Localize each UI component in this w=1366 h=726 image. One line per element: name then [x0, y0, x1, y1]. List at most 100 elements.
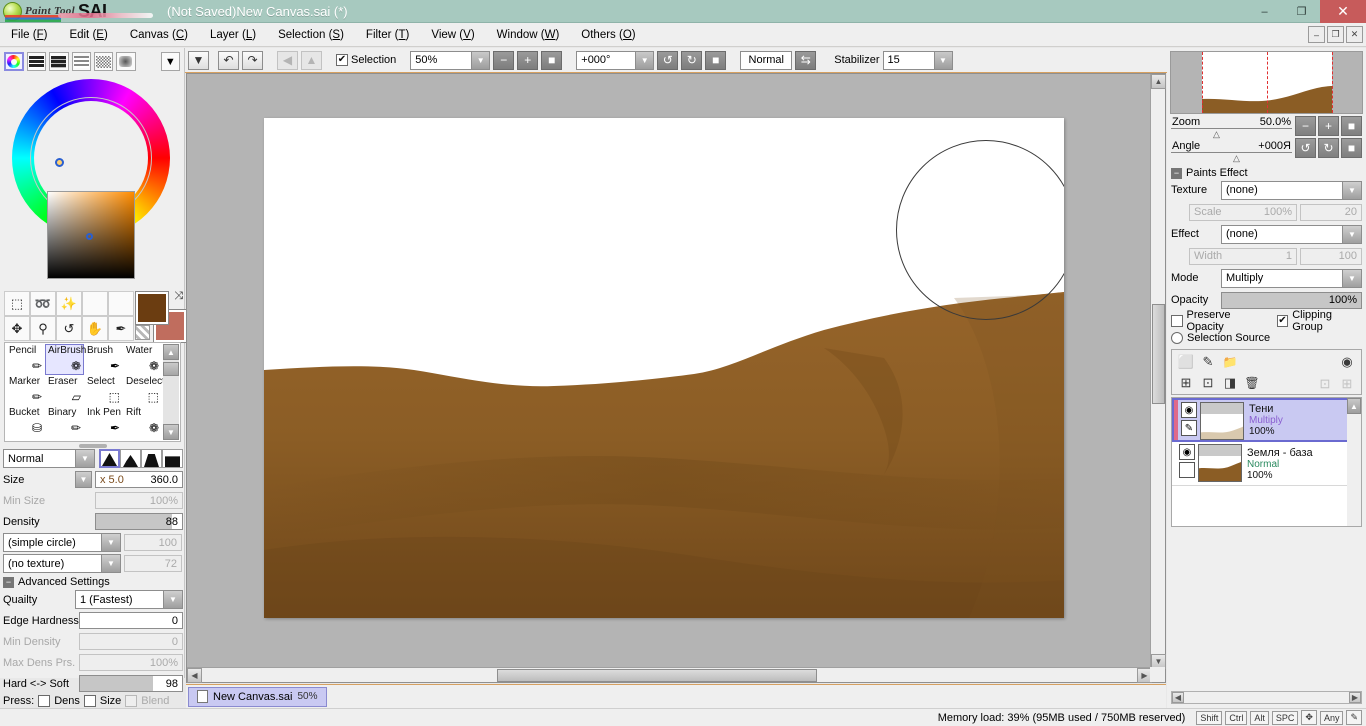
canvas-scroll-up-button[interactable]: ▲	[1151, 74, 1166, 89]
rp-scroll-left-button[interactable]: ◀	[1172, 692, 1184, 703]
layer-row-teni[interactable]: ◉ ✎ Тени Multiply 100%	[1172, 398, 1361, 442]
brush-texture-value-box[interactable]: 72	[124, 555, 182, 572]
edge-shape-round-icon[interactable]	[141, 449, 162, 468]
brush-texture-value[interactable]: (no texture)	[3, 554, 102, 573]
canvas-hscroll-thumb[interactable]	[497, 669, 817, 682]
brush-shape-dropdown-icon[interactable]: ▼	[102, 533, 121, 552]
close-button[interactable]: ✕	[1320, 0, 1366, 23]
brush-texture-dropdown-icon[interactable]: ▼	[102, 554, 121, 573]
max-dens-prs-slider[interactable]: 100%	[79, 654, 183, 671]
press-dens-checkbox[interactable]	[38, 695, 51, 707]
layers-scroll-up-button[interactable]: ▲	[1347, 398, 1361, 414]
nav-zoom-out-button[interactable]: −	[1295, 116, 1316, 136]
edge-hardness-slider[interactable]: 0	[79, 612, 183, 629]
layers-scrollbar[interactable]: ▲	[1347, 398, 1361, 526]
canvas-vscroll-thumb[interactable]	[1152, 304, 1165, 404]
swap-colors-icon[interactable]: ⤨	[174, 290, 183, 303]
rect-select-tool-icon[interactable]: ⬚	[4, 291, 30, 316]
advanced-settings-header[interactable]: − Advanced Settings	[3, 576, 183, 588]
brush-marker[interactable]: Marker ✏	[6, 375, 45, 406]
sv-marker[interactable]	[86, 233, 93, 240]
mdi-minimize-button[interactable]: –	[1308, 26, 1325, 43]
magic-wand-tool-icon[interactable]: ✨	[56, 291, 82, 316]
menu-edit[interactable]: Edit (E)	[58, 26, 118, 44]
menu-selection[interactable]: Selection (S)	[267, 26, 355, 44]
color-wheel-mode-icon[interactable]	[4, 52, 24, 71]
paints-texture-combo[interactable]: (none) ▼	[1221, 180, 1362, 200]
zoom-value[interactable]: 50%	[410, 50, 473, 70]
rgb-slider-mode-icon[interactable]	[26, 52, 47, 71]
menu-view[interactable]: View (V)	[420, 26, 485, 44]
quality-dropdown-icon[interactable]: ▼	[164, 590, 183, 609]
color-panel-menu-icon[interactable]: ▼	[160, 52, 181, 71]
undo-button[interactable]: ↶	[218, 50, 239, 70]
menu-file[interactable]: File (F)	[0, 26, 58, 44]
angle-slider-track[interactable]: △	[1171, 153, 1292, 164]
edge-shape-flat-icon[interactable]	[162, 449, 183, 468]
tab-new-canvas[interactable]: New Canvas.sai 50%	[188, 686, 327, 707]
angle-value[interactable]: +000°	[576, 50, 637, 70]
brush-scroll-down-button[interactable]: ▼	[163, 424, 179, 440]
brush-pencil[interactable]: Pencil ✏	[6, 344, 45, 375]
mdi-restore-button[interactable]: ❐	[1327, 26, 1344, 43]
paints-effect-header[interactable]: − Paints Effect	[1167, 164, 1366, 180]
flip-vertical-button[interactable]: ▲	[301, 50, 322, 70]
brush-hscroll-thumb[interactable]	[78, 444, 107, 448]
maximize-restore-button[interactable]: ❐	[1283, 0, 1320, 23]
zoom-combo[interactable]: 50% ▼	[410, 50, 491, 70]
paints-effect-dropdown-icon[interactable]: ▼	[1343, 224, 1362, 244]
new-layer-icon[interactable]: ⬜	[1177, 353, 1195, 371]
rp-scroll-right-button[interactable]: ▶	[1349, 692, 1361, 703]
brush-eraser[interactable]: Eraser ▱	[45, 375, 84, 406]
quality-combo[interactable]: 1 (Fastest) ▼	[75, 590, 183, 609]
gradient-bars-mode-icon[interactable]	[71, 52, 91, 71]
zoom-out-button[interactable]: −	[493, 50, 515, 70]
angle-combo[interactable]: +000° ▼	[576, 50, 655, 70]
transparent-color-icon[interactable]	[135, 325, 150, 340]
clip-to-layer-icon[interactable]: ⊡	[1199, 374, 1217, 392]
flip-horizontal-button[interactable]: ◀	[277, 50, 298, 70]
paints-effect-expander-icon[interactable]: −	[1171, 167, 1182, 179]
quality-value[interactable]: 1 (Fastest)	[75, 590, 164, 609]
press-blend-checkbox[interactable]	[125, 695, 138, 707]
color-wheel-panel[interactable]	[0, 73, 185, 279]
menu-others[interactable]: Others (O)	[570, 26, 646, 44]
stabilizer-dropdown-icon[interactable]: ▼	[934, 50, 953, 70]
brush-list-scrollbar[interactable]: ▲ ▼	[163, 344, 179, 440]
blank-tool-slot-1[interactable]	[82, 291, 108, 316]
menu-layer[interactable]: Layer (L)	[199, 26, 267, 44]
layer-visibility-icon[interactable]: ◉	[1179, 444, 1195, 460]
brush-scroll-up-button[interactable]: ▲	[163, 344, 179, 360]
layer-row-zemlya[interactable]: ◉ Земля - база Normal 100%	[1172, 442, 1361, 486]
layer-mask-toggle-icon[interactable]: ◉	[1338, 353, 1356, 371]
nav-rotate-cw-button[interactable]: ↻	[1318, 138, 1339, 158]
menu-filter[interactable]: Filter (T)	[355, 26, 420, 44]
flip-view-button[interactable]: ⇆	[795, 50, 817, 70]
transfer-down-icon[interactable]: ⊡	[1316, 375, 1334, 393]
nav-angle-reset-button[interactable]: ■	[1341, 138, 1362, 158]
rotate-tool-icon[interactable]: ↺	[56, 316, 82, 341]
press-size-checkbox[interactable]	[83, 695, 96, 707]
right-panel-hscrollbar[interactable]: ◀ ▶	[1171, 691, 1362, 704]
edge-shape-medium-icon[interactable]	[120, 449, 141, 468]
blend-mode-combo[interactable]: Normal ▼	[3, 449, 95, 468]
hue-marker[interactable]	[55, 158, 64, 167]
hand-tool-icon[interactable]: ✋	[82, 316, 108, 341]
menu-canvas[interactable]: Canvas (C)	[119, 26, 199, 44]
nav-zoom-in-button[interactable]: +	[1318, 116, 1339, 136]
zoom-in-button[interactable]: +	[517, 50, 539, 70]
paints-scale-slider[interactable]: Scale 100%	[1189, 203, 1297, 221]
panel-toggle-icon[interactable]: ▼	[188, 50, 209, 70]
brush-shape-value-box[interactable]: 100	[124, 534, 182, 551]
min-density-slider[interactable]: 0	[79, 633, 183, 650]
stabilizer-value[interactable]: 15	[882, 50, 935, 70]
selection-checkbox[interactable]: ✔	[336, 54, 348, 66]
layer-mode-value[interactable]: Multiply	[1221, 268, 1343, 288]
brush-rift[interactable]: Rift ❁	[123, 406, 162, 437]
rotate-cw-button[interactable]: ↻	[681, 50, 703, 70]
layer-visibility-icon[interactable]: ◉	[1181, 402, 1197, 418]
canvas-horizontal-scrollbar[interactable]: ◀ ▶	[187, 667, 1152, 683]
paints-scale-value2[interactable]: 20	[1300, 203, 1362, 221]
layer-mode-dropdown-icon[interactable]: ▼	[1343, 268, 1362, 288]
paints-width-value2[interactable]: 100	[1300, 247, 1362, 265]
